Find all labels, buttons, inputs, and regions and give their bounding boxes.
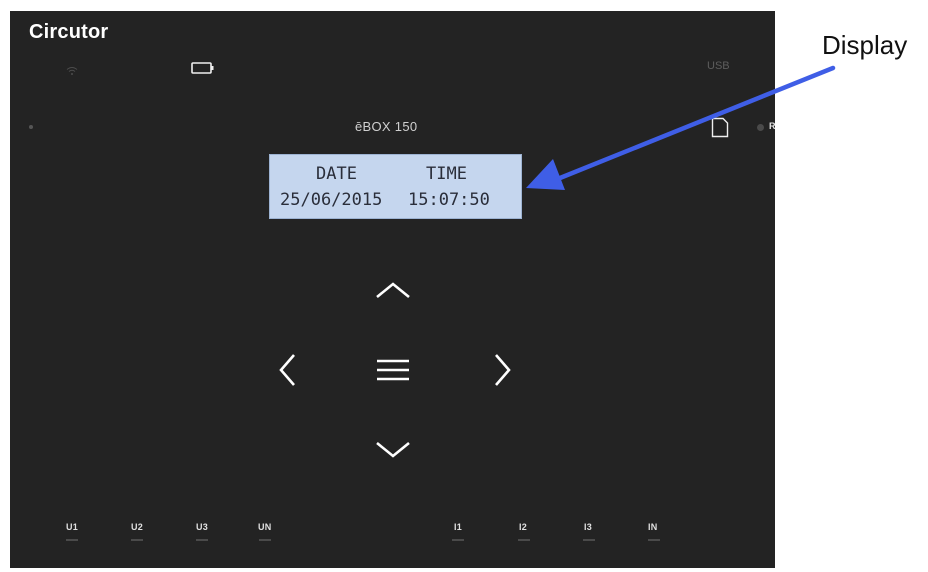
annotation-arrow [526, 65, 836, 190]
annotation-label: Display [822, 30, 908, 60]
